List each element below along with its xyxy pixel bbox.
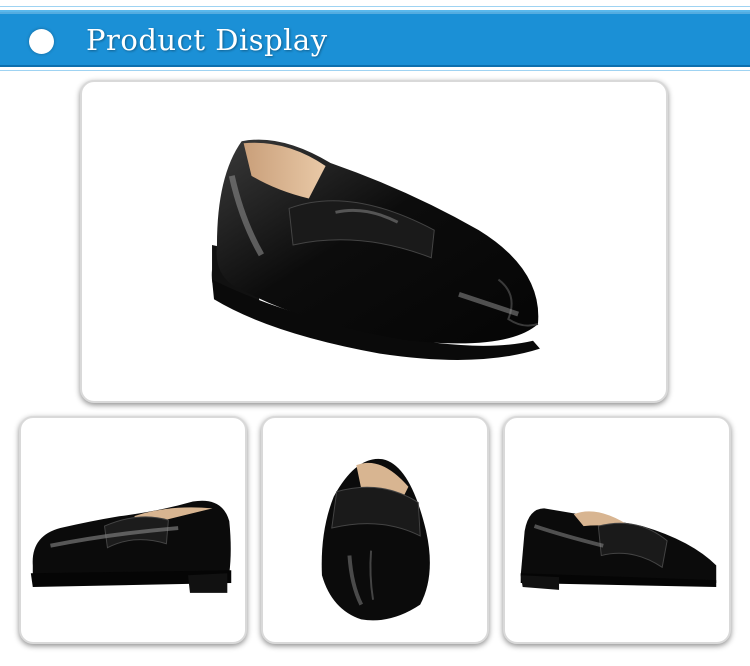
- main-product-image[interactable]: [80, 80, 668, 403]
- section-header-banner: Product Display: [0, 10, 750, 67]
- thumbnail-side-view[interactable]: [19, 416, 247, 644]
- thumbnail-angled-view[interactable]: [503, 416, 731, 644]
- thumbnail-front-view[interactable]: [261, 416, 489, 644]
- section-title: Product Display: [86, 23, 328, 57]
- banner-rule-bottom: [0, 70, 750, 71]
- shoe-illustration-side: [30, 500, 232, 593]
- shoe-illustration-angled: [520, 508, 717, 590]
- banner-rule-top: [0, 6, 750, 7]
- shoe-illustration-main: [211, 139, 540, 360]
- shoe-illustration-front: [321, 458, 430, 621]
- circle-bullet-icon: [29, 29, 54, 54]
